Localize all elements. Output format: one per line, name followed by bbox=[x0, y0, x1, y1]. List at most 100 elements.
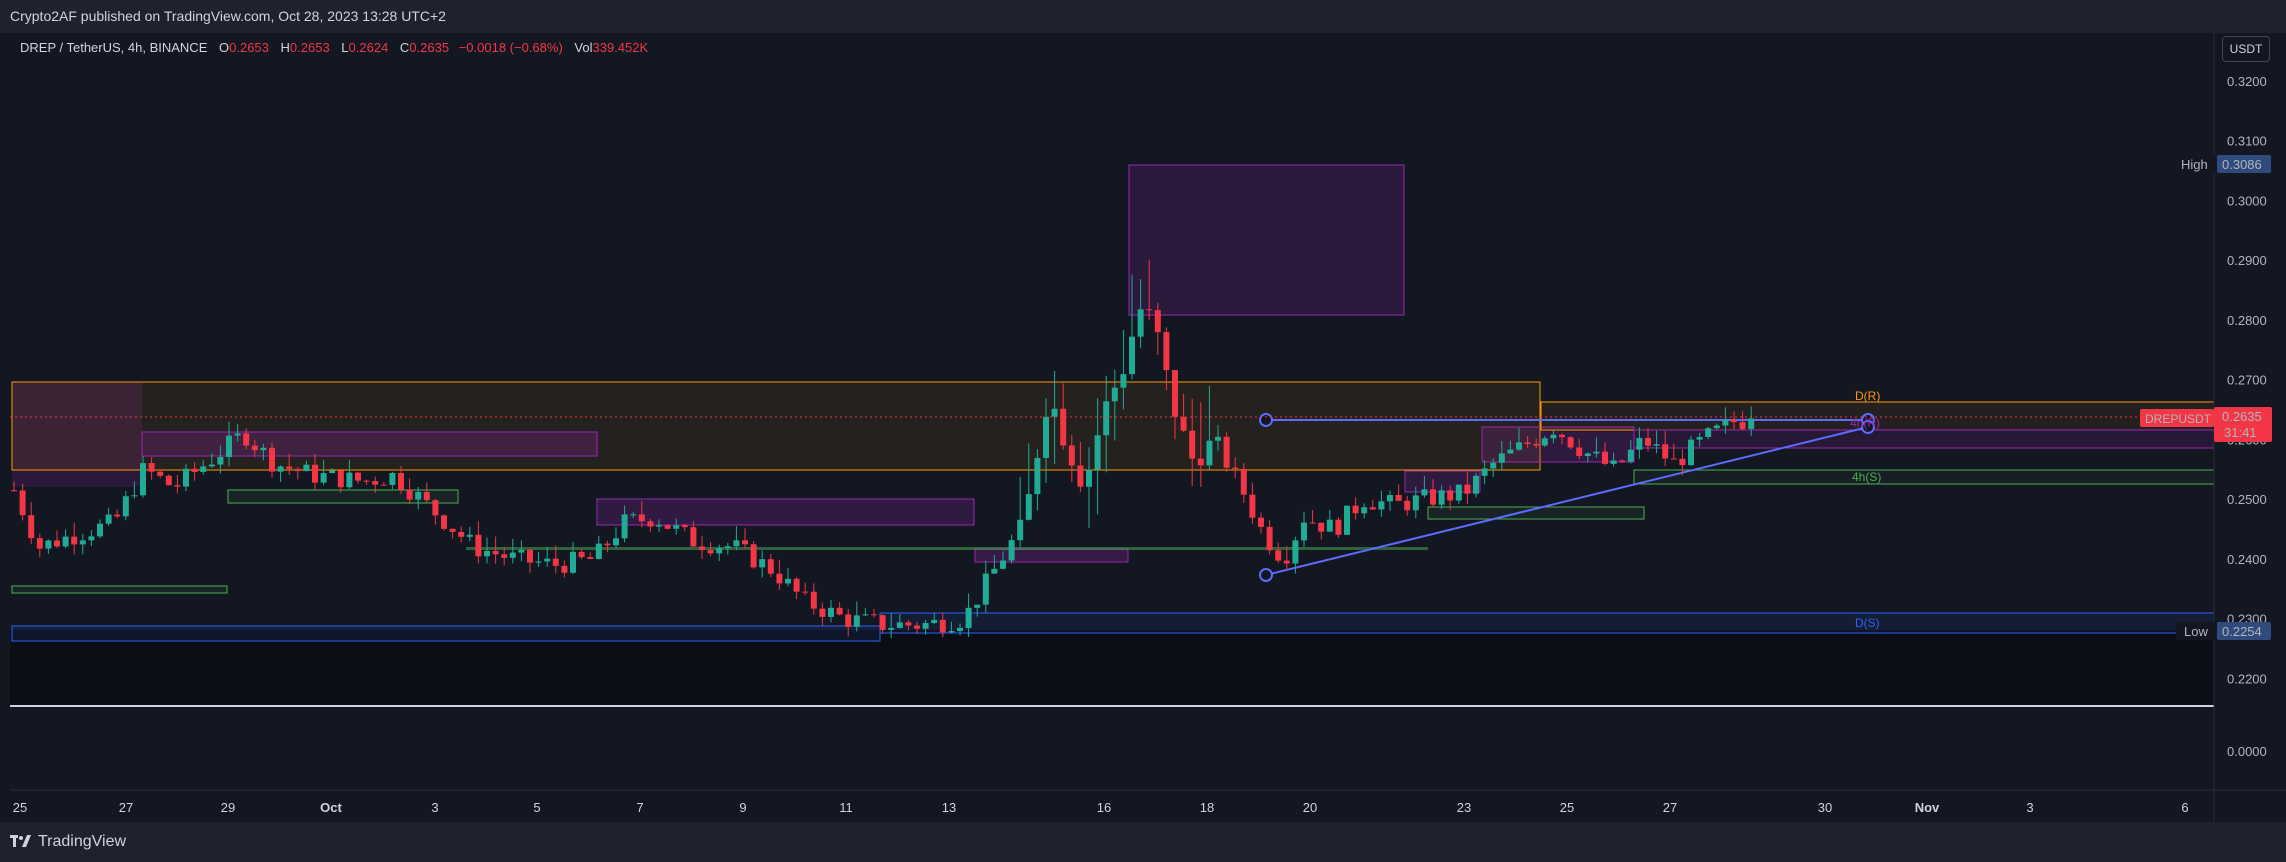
candle-body[interactable] bbox=[71, 536, 78, 545]
candle-body[interactable] bbox=[1507, 449, 1514, 454]
candle-body[interactable] bbox=[1455, 484, 1462, 501]
candle-body[interactable] bbox=[380, 484, 387, 486]
candle-body[interactable] bbox=[1301, 522, 1307, 541]
purple-zone-2[interactable] bbox=[596, 498, 975, 526]
candle-body[interactable] bbox=[11, 490, 17, 492]
candle-body[interactable] bbox=[819, 608, 826, 617]
candle-body[interactable] bbox=[742, 540, 748, 545]
candle-body[interactable] bbox=[613, 538, 619, 546]
candle-body[interactable] bbox=[1619, 460, 1626, 462]
4h-resistance-zone[interactable] bbox=[1633, 429, 2214, 449]
candle-body[interactable] bbox=[1696, 436, 1703, 440]
candle-body[interactable] bbox=[1034, 457, 1041, 495]
candle-body[interactable] bbox=[1438, 490, 1445, 505]
candle-body[interactable] bbox=[1318, 522, 1325, 532]
anchor-point-1[interactable] bbox=[1259, 413, 1273, 427]
candle-body[interactable] bbox=[346, 472, 353, 488]
candle-body[interactable] bbox=[329, 470, 336, 474]
candle-body[interactable] bbox=[1326, 519, 1333, 532]
candle-body[interactable] bbox=[1086, 469, 1092, 487]
candle-body[interactable] bbox=[690, 527, 697, 547]
candle-body[interactable] bbox=[1584, 453, 1591, 457]
candle-body[interactable] bbox=[1266, 526, 1273, 551]
candle-body[interactable] bbox=[1533, 443, 1540, 446]
candle-body[interactable] bbox=[733, 540, 740, 547]
candle-body[interactable] bbox=[1679, 458, 1686, 466]
candle-body[interactable] bbox=[699, 546, 705, 551]
candle-body[interactable] bbox=[1292, 540, 1299, 564]
candle-body[interactable] bbox=[656, 525, 662, 527]
candle-body[interactable] bbox=[853, 615, 860, 627]
green-zone-left[interactable] bbox=[227, 489, 459, 504]
candle-body[interactable] bbox=[475, 534, 482, 557]
candle-body[interactable] bbox=[1602, 451, 1608, 464]
candle-body[interactable] bbox=[484, 550, 490, 557]
candle-body[interactable] bbox=[466, 534, 473, 537]
candle-body[interactable] bbox=[965, 607, 972, 628]
candle-body[interactable] bbox=[423, 491, 430, 501]
candle-body[interactable] bbox=[845, 614, 852, 627]
candle-body[interactable] bbox=[19, 490, 26, 516]
candle-body[interactable] bbox=[1283, 560, 1290, 564]
candle-body[interactable] bbox=[1412, 495, 1419, 511]
candle-body[interactable] bbox=[449, 528, 456, 532]
candle-body[interactable] bbox=[1043, 416, 1049, 458]
candle-body[interactable] bbox=[527, 549, 533, 563]
candle-body[interactable] bbox=[1137, 309, 1144, 337]
candle-body[interactable] bbox=[1378, 501, 1385, 510]
candle-body[interactable] bbox=[1387, 494, 1393, 502]
candle-body[interactable] bbox=[363, 480, 370, 482]
candle-body[interactable] bbox=[1000, 560, 1006, 569]
candle-body[interactable] bbox=[1421, 489, 1428, 496]
candle-body[interactable] bbox=[1498, 453, 1505, 463]
candle-body[interactable] bbox=[1025, 494, 1032, 520]
candle-body[interactable] bbox=[673, 525, 680, 529]
candle-body[interactable] bbox=[243, 433, 250, 446]
candle-body[interactable] bbox=[810, 591, 817, 609]
candle-body[interactable] bbox=[630, 514, 637, 516]
candle-body[interactable] bbox=[191, 468, 198, 472]
candle-body[interactable] bbox=[776, 573, 783, 584]
candle-body[interactable] bbox=[1240, 468, 1247, 495]
candle-body[interactable] bbox=[183, 468, 189, 487]
candle-body[interactable] bbox=[79, 540, 86, 545]
candle-body[interactable] bbox=[355, 472, 361, 481]
candle-body[interactable] bbox=[372, 480, 379, 485]
candle-body[interactable] bbox=[828, 607, 834, 617]
candle-body[interactable] bbox=[982, 573, 989, 605]
candle-body[interactable] bbox=[62, 536, 69, 547]
candle-body[interactable] bbox=[1163, 332, 1170, 371]
candle-body[interactable] bbox=[1051, 408, 1058, 417]
candle-body[interactable] bbox=[492, 550, 499, 555]
candle-body[interactable] bbox=[1748, 418, 1755, 429]
candle-body[interactable] bbox=[1369, 507, 1376, 510]
candle-body[interactable] bbox=[535, 561, 542, 563]
candle-body[interactable] bbox=[1111, 387, 1118, 402]
anchor-point-2[interactable] bbox=[1259, 568, 1273, 582]
candle-body[interactable] bbox=[260, 447, 267, 451]
candle-body[interactable] bbox=[1206, 440, 1213, 466]
candle-body[interactable] bbox=[415, 491, 422, 500]
candle-body[interactable] bbox=[561, 565, 568, 573]
candle-body[interactable] bbox=[1490, 462, 1497, 469]
candle-body[interactable] bbox=[200, 466, 207, 472]
tradingview-logo[interactable]: TradingView bbox=[10, 833, 126, 851]
purple-zone-top[interactable] bbox=[1128, 164, 1405, 316]
candle-body[interactable] bbox=[1653, 444, 1660, 446]
candle-body[interactable] bbox=[681, 525, 688, 528]
candle-body[interactable] bbox=[922, 623, 929, 629]
candle-body[interactable] bbox=[1275, 550, 1282, 561]
candle-body[interactable] bbox=[1447, 490, 1454, 501]
candle-body[interactable] bbox=[1258, 517, 1264, 527]
candle-body[interactable] bbox=[140, 463, 146, 496]
candle-body[interactable] bbox=[1146, 309, 1153, 311]
candle-body[interactable] bbox=[518, 549, 525, 553]
candle-body[interactable] bbox=[750, 544, 757, 568]
candle-body[interactable] bbox=[871, 614, 877, 616]
candle-body[interactable] bbox=[1335, 519, 1342, 535]
candle-body[interactable] bbox=[174, 485, 181, 487]
candle-body[interactable] bbox=[97, 523, 103, 537]
candle-body[interactable] bbox=[1344, 505, 1350, 535]
candle-body[interactable] bbox=[122, 496, 129, 517]
candle-body[interactable] bbox=[948, 631, 955, 633]
